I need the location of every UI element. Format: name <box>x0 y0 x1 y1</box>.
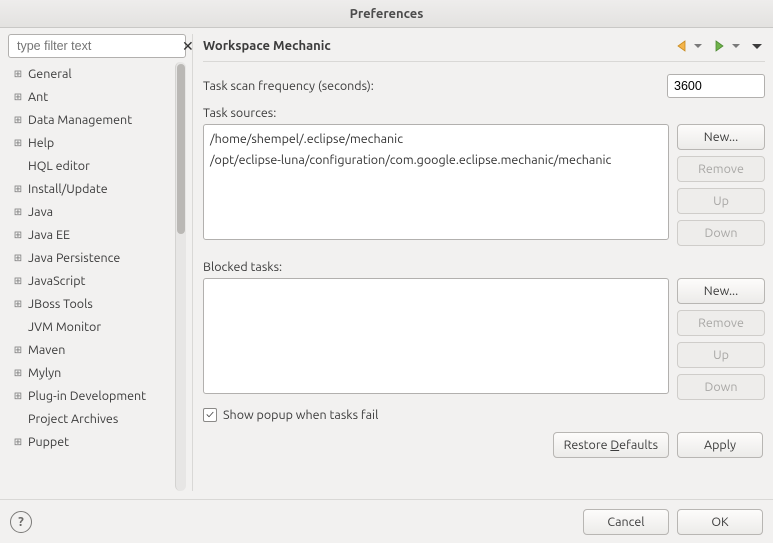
sources-remove-button[interactable]: Remove <box>677 156 765 182</box>
tree-item[interactable]: ⊞Install/Update <box>8 177 175 200</box>
tree-item[interactable]: ⊞Java <box>8 200 175 223</box>
filter-box[interactable]: ✕ <box>8 34 186 58</box>
expand-icon[interactable]: ⊞ <box>12 183 24 195</box>
tree-item-label: Help <box>24 136 54 150</box>
tree-item-label: Project Archives <box>24 412 118 426</box>
tree-item[interactable]: ⊞JVM Monitor <box>8 315 175 338</box>
tree-item-label: Java EE <box>24 228 70 242</box>
task-sources-list[interactable]: /home/shempel/.eclipse/mechanic/opt/ecli… <box>203 124 669 240</box>
tree-item[interactable]: ⊞Data Management <box>8 108 175 131</box>
expand-icon[interactable]: ⊞ <box>12 229 24 241</box>
expand-icon[interactable]: ⊞ <box>12 68 24 80</box>
tree-item-label: JBoss Tools <box>24 297 93 311</box>
tree-item-label: Install/Update <box>24 182 108 196</box>
expand-icon-blank: ⊞ <box>12 413 24 425</box>
blocked-new-button[interactable]: New... <box>677 278 765 304</box>
tree-item[interactable]: ⊞HQL editor <box>8 154 175 177</box>
sources-up-button[interactable]: Up <box>677 188 765 214</box>
scan-freq-label: Task scan frequency (seconds): <box>203 79 374 93</box>
page-title: Workspace Mechanic <box>203 39 331 53</box>
tree-item[interactable]: ⊞Plug-in Development <box>8 384 175 407</box>
tree-item[interactable]: ⊞General <box>8 62 175 85</box>
blocked-remove-button[interactable]: Remove <box>677 310 765 336</box>
window-title: Preferences <box>350 7 424 21</box>
category-tree[interactable]: ⊞General⊞Ant⊞Data Management⊞Help⊞HQL ed… <box>8 62 175 491</box>
expand-icon[interactable]: ⊞ <box>12 252 24 264</box>
task-sources-label: Task sources: <box>203 106 765 120</box>
tree-item[interactable]: ⊞Help <box>8 131 175 154</box>
expand-icon[interactable]: ⊞ <box>12 344 24 356</box>
view-menu-icon[interactable] <box>751 39 763 53</box>
nav-forward-icon[interactable] <box>713 39 729 53</box>
tree-item[interactable]: ⊞Project Archives <box>8 407 175 430</box>
tree-item[interactable]: ⊞Puppet <box>8 430 175 453</box>
expand-icon[interactable]: ⊞ <box>12 91 24 103</box>
tree-item[interactable]: ⊞Java Persistence <box>8 246 175 269</box>
expand-icon[interactable]: ⊞ <box>12 114 24 126</box>
help-icon[interactable]: ? <box>10 511 32 533</box>
tree-item-label: HQL editor <box>24 159 90 173</box>
sources-down-button[interactable]: Down <box>677 220 765 246</box>
nav-forward-dropdown-icon[interactable] <box>731 39 741 53</box>
scrollbar-thumb[interactable] <box>177 64 185 234</box>
tree-item[interactable]: ⊞JBoss Tools <box>8 292 175 315</box>
tree-item-label: General <box>24 67 72 81</box>
tree-item[interactable]: ⊞Ant <box>8 85 175 108</box>
cancel-button[interactable]: Cancel <box>583 509 669 535</box>
apply-button[interactable]: Apply <box>677 432 763 458</box>
tree-item-label: Java Persistence <box>24 251 120 265</box>
tree-item-label: Puppet <box>24 435 69 449</box>
tree-item[interactable]: ⊞Java EE <box>8 223 175 246</box>
tree-item-label: Maven <box>24 343 65 357</box>
tree-item-label: JavaScript <box>24 274 85 288</box>
show-popup-checkbox[interactable]: ✓ <box>203 408 217 422</box>
blocked-tasks-label: Blocked tasks: <box>203 260 765 274</box>
settings-panel: Workspace Mechanic <box>192 34 765 491</box>
titlebar: Preferences <box>0 0 773 28</box>
tree-item-label: Data Management <box>24 113 132 127</box>
nav-back-icon[interactable] <box>675 39 691 53</box>
nav-icons <box>675 39 765 53</box>
tree-item-label: Plug-in Development <box>24 389 146 403</box>
blocked-up-button[interactable]: Up <box>677 342 765 368</box>
ok-button[interactable]: OK <box>677 509 763 535</box>
blocked-down-button[interactable]: Down <box>677 374 765 400</box>
tree-item-label: Ant <box>24 90 48 104</box>
expand-icon-blank: ⊞ <box>12 160 24 172</box>
filter-input[interactable] <box>15 38 180 54</box>
blocked-tasks-list[interactable] <box>203 278 669 394</box>
expand-icon[interactable]: ⊞ <box>12 390 24 402</box>
show-popup-label: Show popup when tasks fail <box>223 408 378 422</box>
restore-defaults-button[interactable]: Restore Defaults <box>553 432 669 458</box>
sources-new-button[interactable]: New... <box>677 124 765 150</box>
expand-icon[interactable]: ⊞ <box>12 137 24 149</box>
expand-icon[interactable]: ⊞ <box>12 206 24 218</box>
tree-item[interactable]: ⊞JavaScript <box>8 269 175 292</box>
expand-icon[interactable]: ⊞ <box>12 436 24 448</box>
expand-icon[interactable]: ⊞ <box>12 275 24 287</box>
scan-freq-input[interactable] <box>667 74 765 98</box>
expand-icon[interactable]: ⊞ <box>12 367 24 379</box>
category-panel: ✕ ⊞General⊞Ant⊞Data Management⊞Help⊞HQL … <box>8 34 186 491</box>
list-item[interactable]: /home/shempel/.eclipse/mechanic <box>210 129 662 150</box>
tree-item[interactable]: ⊞Maven <box>8 338 175 361</box>
tree-item-label: Java <box>24 205 53 219</box>
tree-item-label: JVM Monitor <box>24 320 101 334</box>
expand-icon[interactable]: ⊞ <box>12 298 24 310</box>
expand-icon-blank: ⊞ <box>12 321 24 333</box>
tree-scrollbar[interactable] <box>175 62 186 491</box>
tree-item[interactable]: ⊞Mylyn <box>8 361 175 384</box>
tree-item-label: Mylyn <box>24 366 61 380</box>
list-item[interactable]: /opt/eclipse-luna/configuration/com.goog… <box>210 150 662 171</box>
nav-back-dropdown-icon[interactable] <box>693 39 703 53</box>
